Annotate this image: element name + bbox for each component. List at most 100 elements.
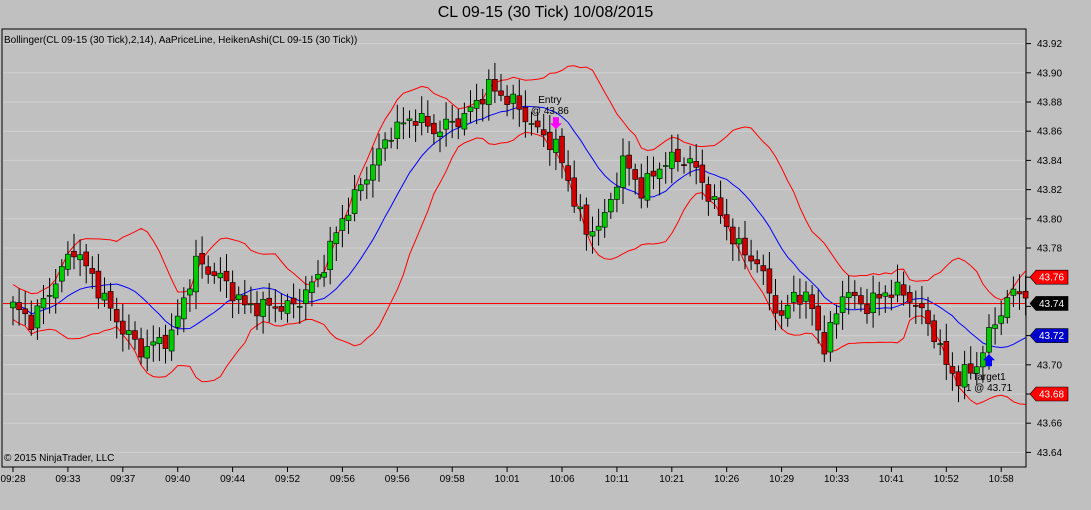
- price-badge-label: 43.72: [1039, 331, 1064, 342]
- annotation-label: @ 43.86: [531, 106, 569, 117]
- candle-down: [522, 107, 529, 123]
- candle-up: [644, 173, 651, 201]
- x-tick-label: 10:33: [824, 474, 849, 485]
- candle-up: [248, 303, 254, 306]
- candle-down: [424, 115, 431, 127]
- candle-down: [675, 148, 681, 162]
- candle-down: [925, 310, 931, 324]
- candle-up: [736, 238, 742, 245]
- candle-up: [394, 121, 401, 139]
- candle-up: [351, 189, 358, 214]
- candle-up: [10, 301, 16, 309]
- candle-up: [345, 214, 352, 221]
- candle-up: [595, 225, 602, 231]
- candle-down: [492, 79, 498, 92]
- candle-down: [211, 271, 218, 276]
- x-tick-label: 10:26: [714, 474, 739, 485]
- candle-up: [302, 289, 309, 304]
- candle-up: [77, 254, 83, 261]
- candle-down: [498, 90, 504, 96]
- candle-down: [705, 184, 712, 202]
- candle-up: [193, 255, 199, 293]
- candle-up: [577, 206, 584, 210]
- candle-up: [58, 266, 65, 282]
- candle-down: [626, 154, 632, 169]
- candle-up: [601, 212, 608, 228]
- candle-down: [723, 214, 730, 227]
- x-tick-label: 09:33: [55, 474, 80, 485]
- candle-down: [858, 295, 864, 305]
- candle-down: [650, 170, 657, 177]
- candle-down: [113, 309, 120, 323]
- candle-down: [931, 320, 937, 343]
- candle-up: [662, 165, 669, 167]
- candle-down: [516, 95, 523, 110]
- candle-up: [443, 118, 449, 130]
- candle-down: [132, 330, 138, 340]
- candle-up: [174, 315, 181, 328]
- candle-up: [296, 306, 303, 308]
- candle-up: [473, 100, 480, 109]
- candle-down: [412, 121, 419, 126]
- candle-up: [168, 329, 175, 352]
- x-tick-label: 09:52: [275, 474, 300, 485]
- candle-up: [217, 272, 224, 279]
- candle-up: [40, 298, 47, 309]
- candle-up: [187, 288, 193, 296]
- candle-up: [309, 281, 315, 294]
- candle-up: [449, 120, 456, 123]
- candle-down: [504, 95, 510, 105]
- candle-down: [864, 304, 870, 314]
- candle-up: [363, 179, 370, 185]
- candles: [10, 62, 1029, 403]
- candle-up: [437, 131, 443, 137]
- candle-down: [290, 297, 297, 305]
- candle-down: [565, 165, 571, 181]
- x-tick-label: 10:01: [495, 474, 520, 485]
- candle-down: [540, 129, 547, 136]
- candle-down: [876, 294, 883, 299]
- candle-down: [797, 294, 803, 305]
- x-tick-label: 10:52: [934, 474, 959, 485]
- candle-up: [894, 281, 901, 296]
- candle-down: [900, 284, 907, 296]
- x-tick-label: 10:58: [989, 474, 1014, 485]
- candle-up: [400, 122, 407, 125]
- x-tick-label: 09:56: [385, 474, 410, 485]
- candle-up: [882, 292, 889, 297]
- candle-up: [181, 297, 187, 320]
- x-tick-label: 09:44: [220, 474, 245, 485]
- candle-up: [528, 123, 535, 125]
- candle-up: [101, 292, 108, 301]
- candle-up: [992, 324, 998, 329]
- price-chart[interactable]: Entry@ 43.86 Target11 @ 43.71 43.64 43.66 4…: [0, 0, 1091, 510]
- y-tick-label: 43.80: [1037, 214, 1062, 225]
- x-tick-label: 10:11: [605, 474, 630, 485]
- candle-down: [455, 118, 462, 128]
- candle-down: [28, 314, 35, 330]
- candle-up: [687, 158, 693, 164]
- y-tick-label: 43.86: [1037, 127, 1062, 138]
- candle-down: [772, 295, 779, 314]
- candle-up: [357, 184, 364, 192]
- candle-down: [107, 291, 114, 309]
- candle-down: [955, 371, 962, 387]
- candle-up: [656, 168, 663, 179]
- candle-down: [83, 251, 89, 267]
- candle-down: [809, 294, 815, 309]
- candle-down: [278, 306, 285, 312]
- candle-up: [284, 300, 291, 314]
- candle-down: [778, 310, 785, 316]
- candle-down: [754, 259, 761, 265]
- candle-up: [614, 186, 620, 200]
- x-tick-label: 10:21: [659, 474, 684, 485]
- candle-down: [272, 306, 279, 309]
- candle-up: [235, 294, 242, 301]
- candle-down: [546, 131, 553, 150]
- candle-up: [65, 253, 71, 270]
- candle-down: [479, 99, 486, 105]
- candle-up: [382, 139, 388, 149]
- candle-down: [162, 334, 169, 349]
- candle-up: [845, 292, 852, 298]
- indicators-label: Bollinger(CL 09-15 (30 Tick),2,14), AaPr…: [4, 35, 357, 46]
